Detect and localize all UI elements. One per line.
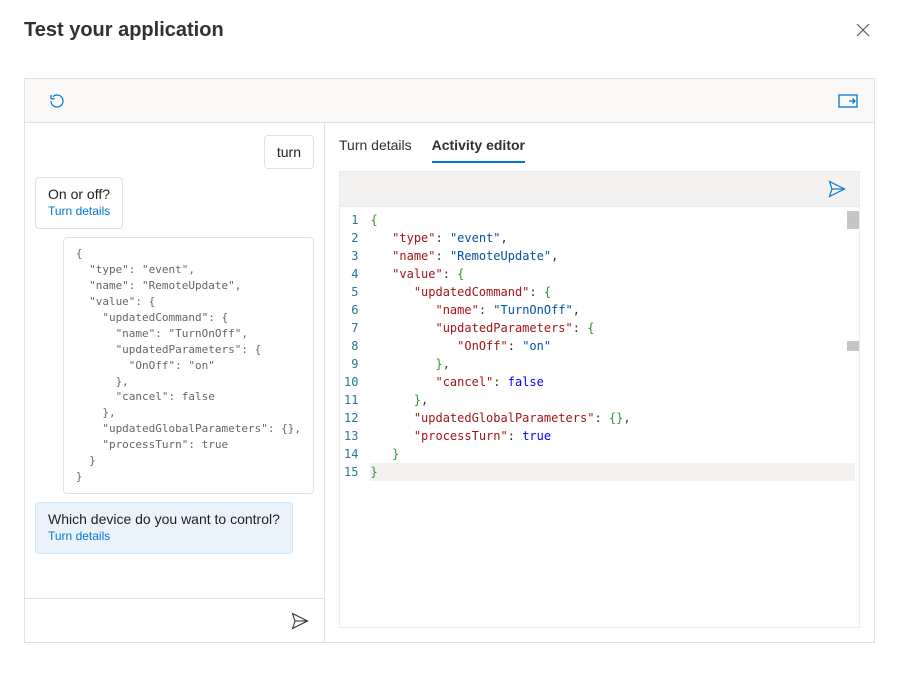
panel-toolbar [25,79,874,123]
send-icon [827,179,847,199]
close-button[interactable] [851,18,875,42]
scrollbar-mark [847,211,859,229]
chat-text: On or off? [48,186,110,202]
connect-icon [838,94,858,108]
code-line[interactable]: "name": "RemoteUpdate", [370,247,855,265]
code-line[interactable]: { [370,211,855,229]
scrollbar-mark [847,341,859,351]
reload-button[interactable] [41,85,73,117]
chat-text: turn [277,144,301,160]
close-icon [856,23,870,37]
code-line[interactable]: } [370,445,855,463]
editor-toolbar [339,171,860,207]
test-panel: turn On or off? Turn details { "type": "eve… [24,78,875,643]
tab-turn-details[interactable]: Turn details [339,133,412,163]
chat-input[interactable] [35,599,286,642]
chat-msg-2: { "type": "event", "name": "RemoteUpdate… [63,237,314,494]
turn-details-link[interactable]: Turn details [48,204,110,218]
send-activity-button[interactable] [827,179,847,199]
turn-details-link[interactable]: Turn details [48,529,110,543]
code-line[interactable]: "type": "event", [370,229,855,247]
editor-column: Turn details Activity editor 123456789101… [325,123,874,642]
chat-input-row [25,598,324,642]
code-line[interactable]: "processTurn": true [370,427,855,445]
code-line[interactable]: "cancel": false [370,373,855,391]
code-line[interactable]: }, [370,355,855,373]
editor-tabs: Turn details Activity editor [325,123,874,163]
code-line[interactable]: "updatedParameters": { [370,319,855,337]
code-line[interactable]: "OnOff": "on" [370,337,855,355]
code-lines[interactable]: { "type": "event", "name": "RemoteUpdate… [366,207,859,627]
code-line[interactable]: "updatedCommand": { [370,283,855,301]
chat-column: turn On or off? Turn details { "type": "eve… [25,123,325,642]
send-icon [290,611,310,631]
code-line[interactable]: "updatedGlobalParameters": {}, [370,409,855,427]
chat-msg-3: Which device do you want to control? Turn… [35,502,293,554]
dialog-title: Test your application [24,19,224,42]
chat-msg-0: turn [264,135,314,169]
code-line[interactable]: }, [370,391,855,409]
chat-scroll[interactable]: turn On or off? Turn details { "type": "eve… [25,123,324,598]
code-line[interactable]: } [370,463,855,481]
chat-send-button[interactable] [286,607,314,635]
code-editor[interactable]: 123456789101112131415 { "type": "event",… [339,207,860,628]
gutter: 123456789101112131415 [340,207,366,627]
chat-text: Which device do you want to control? [48,511,280,527]
code-line[interactable]: "value": { [370,265,855,283]
connect-button[interactable] [838,94,858,108]
chat-code: { "type": "event", "name": "RemoteUpdate… [76,246,301,485]
tab-activity-editor[interactable]: Activity editor [432,133,525,163]
chat-msg-1: On or off? Turn details [35,177,123,229]
reload-icon [48,92,66,110]
code-line[interactable]: "name": "TurnOnOff", [370,301,855,319]
